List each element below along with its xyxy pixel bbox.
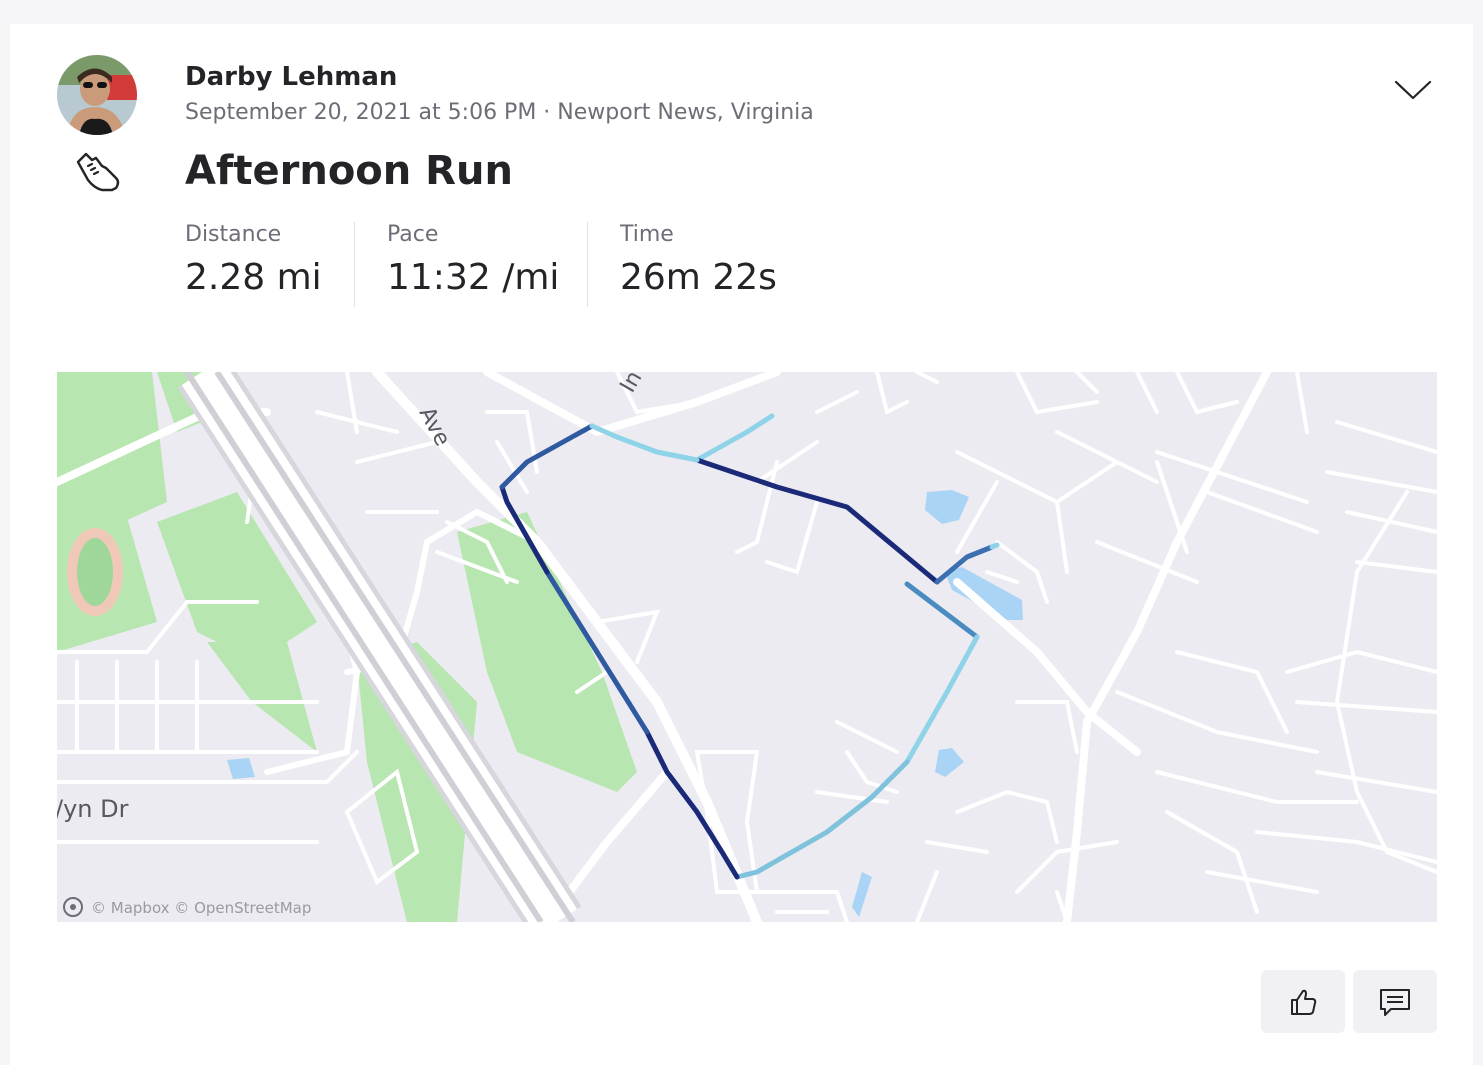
route-map[interactable]: Ave In /yn Dr © Mapbox © OpenStreetMap [57, 372, 1437, 922]
activity-title[interactable]: Afternoon Run [185, 148, 513, 194]
stat-divider [587, 222, 588, 307]
stat-time: Time 26m 22s [620, 222, 777, 298]
stat-pace: Pace 11:32 /mi [387, 222, 559, 298]
chevron-down-icon[interactable] [1392, 74, 1434, 104]
activity-meta: September 20, 2021 at 5:06 PM · Newport … [185, 100, 814, 125]
stat-label: Pace [387, 222, 439, 247]
stat-distance: Distance 2.28 mi [185, 222, 322, 298]
avatar[interactable] [57, 55, 137, 135]
comment-icon [1380, 988, 1410, 1016]
stat-label: Time [620, 222, 674, 247]
comment-button[interactable] [1353, 970, 1437, 1033]
map-attribution: © Mapbox © OpenStreetMap [91, 899, 311, 917]
running-shoe-icon [76, 152, 120, 192]
stat-value: 2.28 mi [185, 257, 322, 298]
stat-value: 11:32 /mi [387, 257, 560, 298]
street-label-wyn-dr: /yn Dr [57, 795, 129, 823]
stat-label: Distance [185, 222, 282, 247]
stat-value: 26m 22s [620, 257, 777, 298]
stat-divider [354, 222, 355, 307]
athlete-name[interactable]: Darby Lehman [185, 62, 397, 92]
thumbs-up-icon [1291, 989, 1317, 1015]
activity-card: Darby Lehman September 20, 2021 at 5:06 … [10, 24, 1473, 1065]
kudos-button[interactable] [1261, 970, 1345, 1033]
sports-track [67, 528, 123, 616]
